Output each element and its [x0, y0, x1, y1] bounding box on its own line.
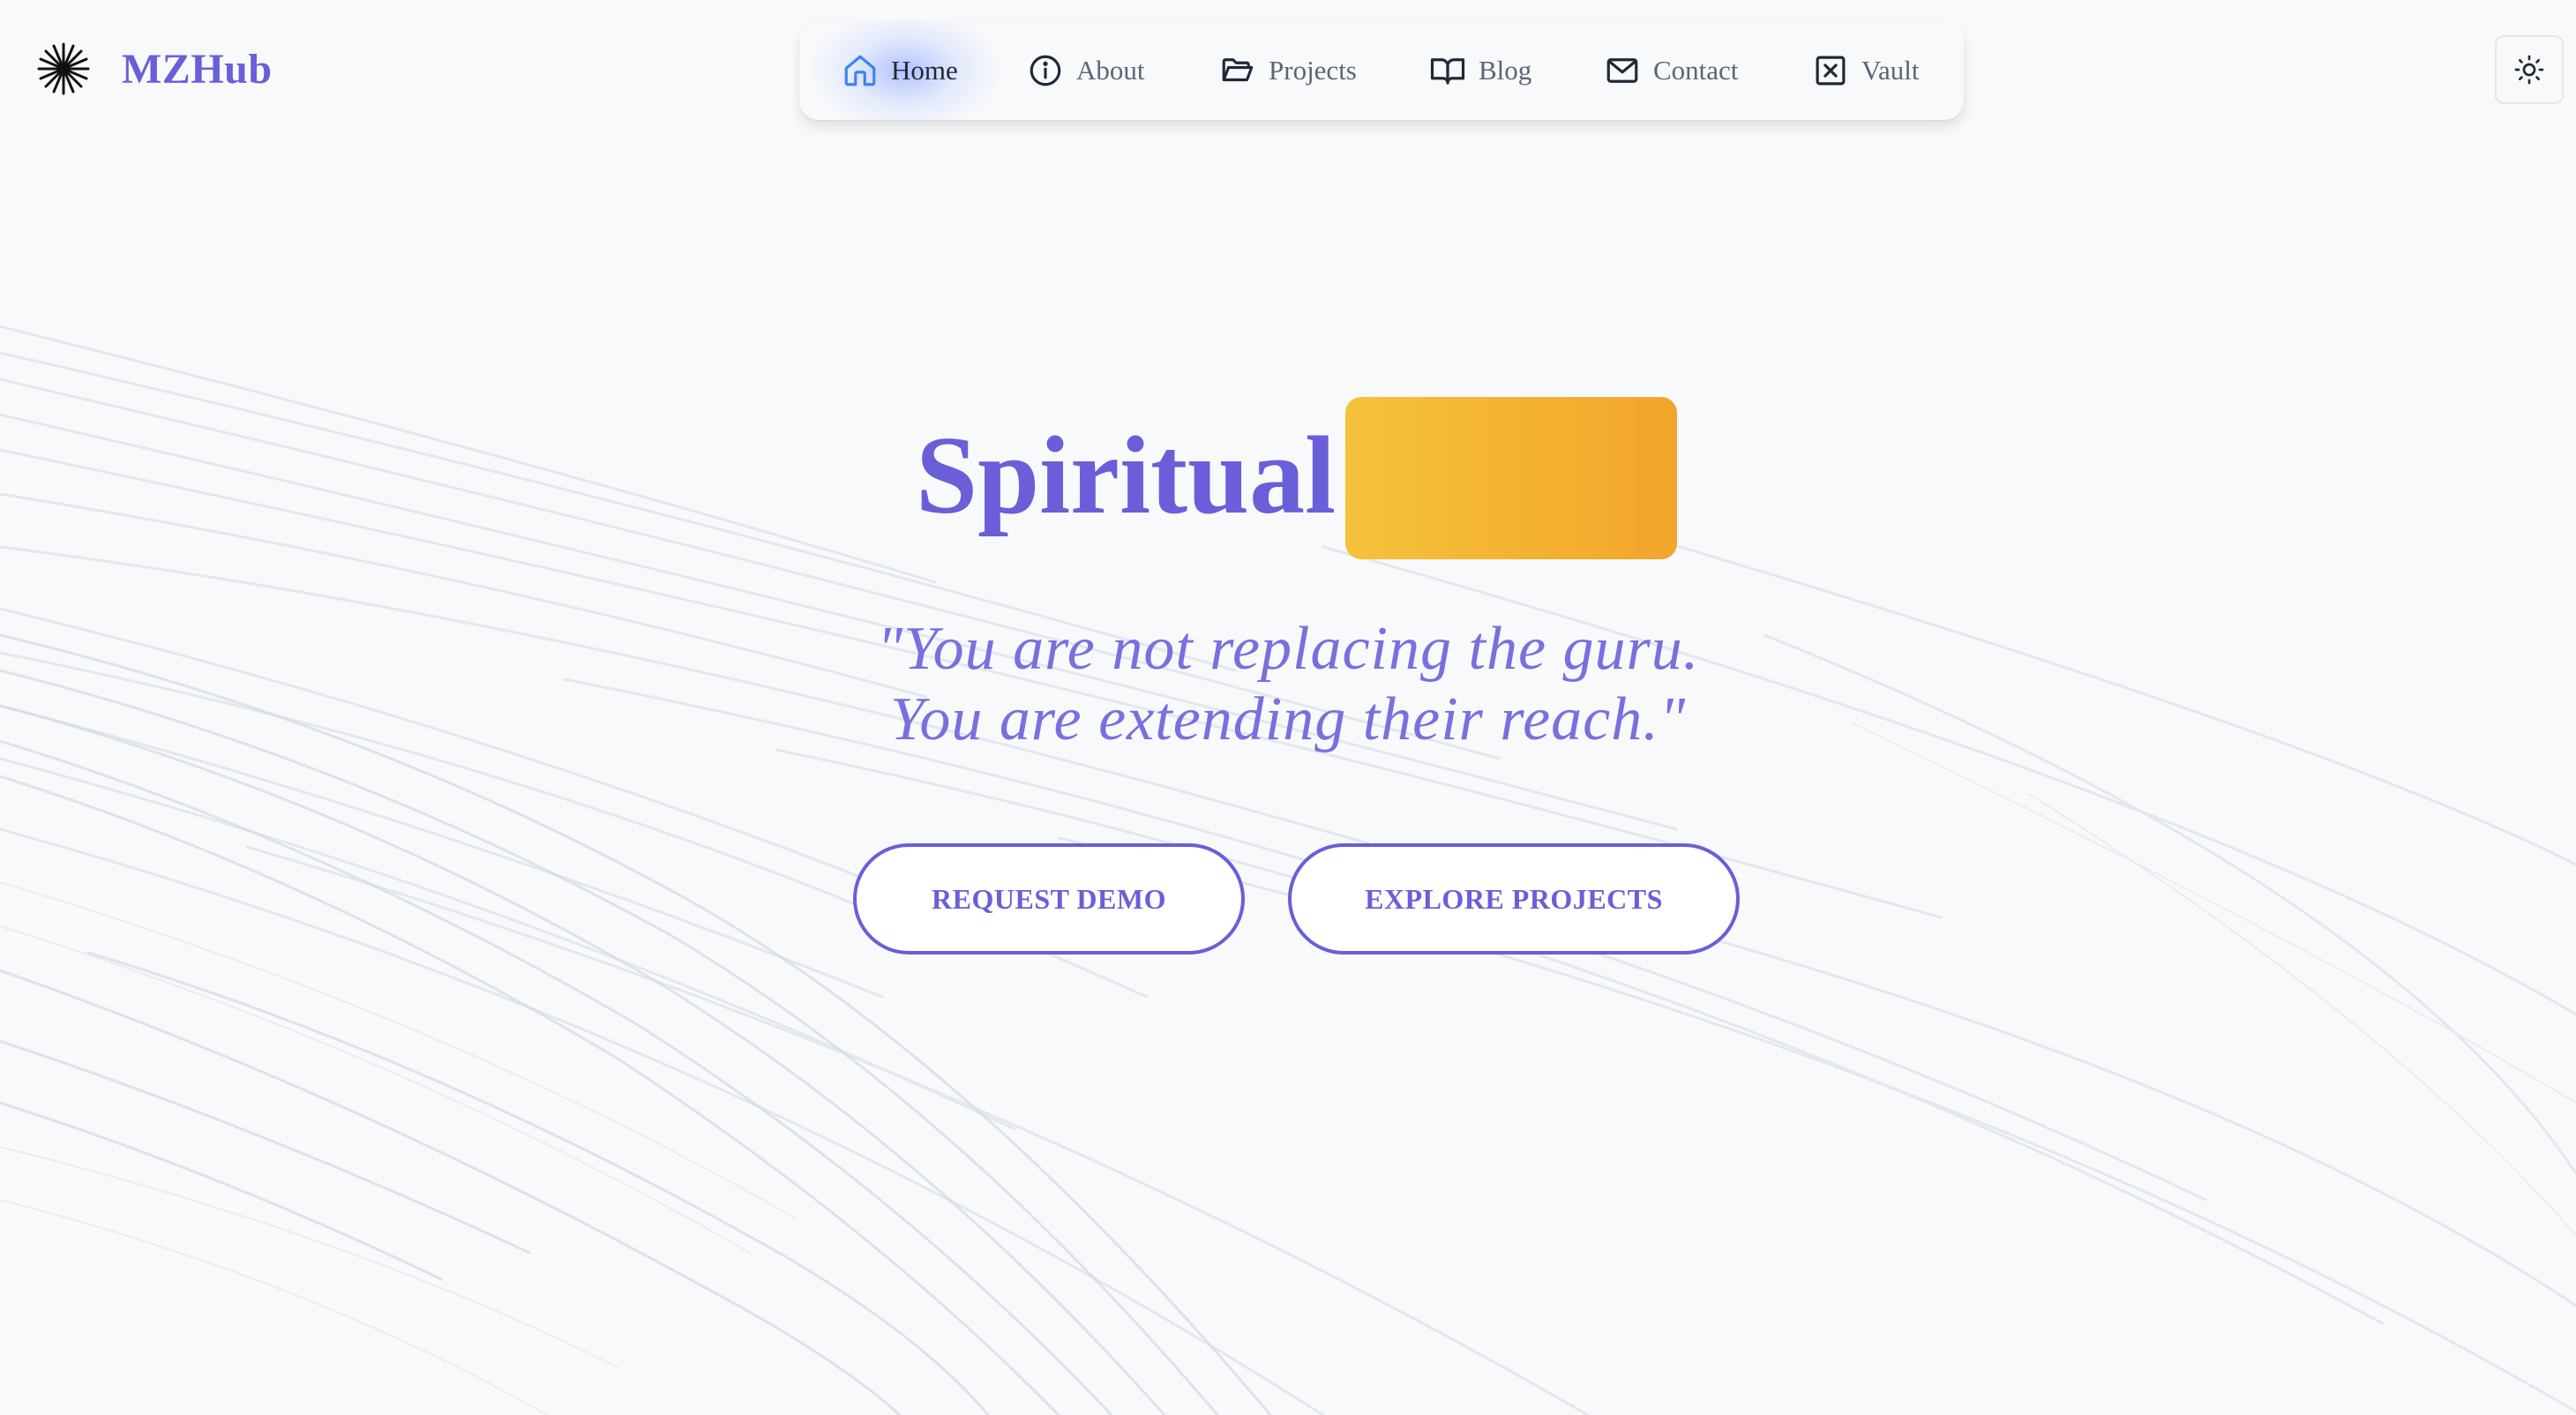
brand-name: MZHub: [122, 45, 273, 93]
hero-highlight-block: [1345, 397, 1677, 559]
nav-label-projects: Projects: [1269, 55, 1357, 86]
info-icon: [1030, 55, 1061, 86]
sun-icon: [2514, 55, 2544, 85]
mail-icon: [1606, 58, 1638, 83]
hero-quote-line-1: "You are not replacing the guru.: [876, 615, 1700, 683]
brand-logo[interactable]: MZHub: [35, 41, 273, 97]
folder-open-icon: [1222, 58, 1254, 82]
nav-label-about: About: [1076, 55, 1145, 86]
hero-quote-line-2: You are extending their reach.": [889, 685, 1687, 753]
nav-item-about[interactable]: About: [1027, 21, 1145, 120]
nav-label-home: Home: [891, 55, 958, 86]
home-icon: [844, 55, 876, 86]
nav-label-vault: Vault: [1861, 55, 1920, 86]
nav-item-blog[interactable]: Blog: [1429, 21, 1531, 120]
explore-projects-button[interactable]: EXPLORE PROJECTS: [1288, 843, 1740, 955]
hero-quote: "You are not replacing the guru. You are…: [670, 614, 1906, 755]
request-demo-button[interactable]: REQUEST DEMO: [853, 843, 1245, 955]
theme-toggle-button[interactable]: [2495, 35, 2564, 104]
vault-x-icon: [1816, 56, 1846, 86]
nav-item-projects[interactable]: Projects: [1219, 21, 1357, 120]
hero-title: Spiritual: [916, 415, 1337, 537]
nav-item-contact[interactable]: Contact: [1604, 21, 1738, 120]
nav-item-home[interactable]: Home: [842, 21, 958, 120]
main-navigation: Home About Projects Blog Contact Vault: [799, 21, 1964, 120]
nav-label-contact: Contact: [1653, 55, 1739, 86]
starburst-icon: [37, 42, 90, 95]
nav-item-vault[interactable]: Vault: [1812, 21, 1919, 120]
nav-label-blog: Blog: [1479, 55, 1532, 86]
book-open-icon: [1430, 58, 1465, 85]
